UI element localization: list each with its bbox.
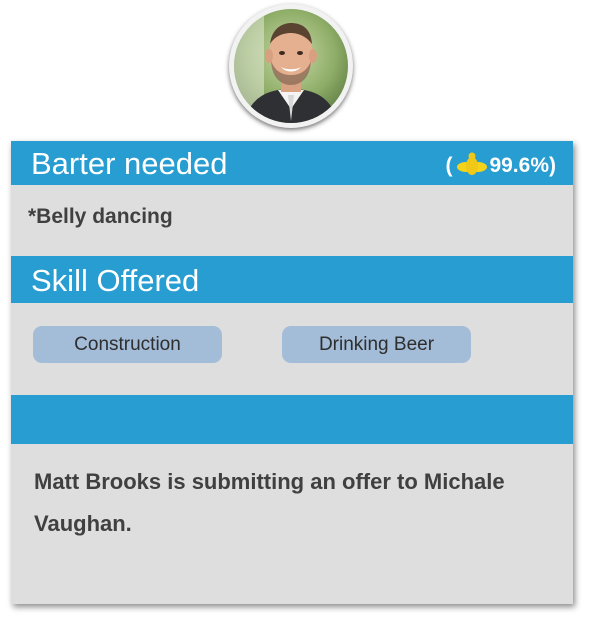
bee-icon	[456, 152, 488, 180]
barter-needed-header: Barter needed ( 99.6%)	[11, 141, 573, 185]
skill-offered-title: Skill Offered	[31, 263, 200, 298]
barter-needed-title: Barter needed	[31, 146, 228, 181]
rating-open-paren: (	[445, 154, 453, 177]
profile-avatar[interactable]	[229, 4, 353, 128]
section-divider-band	[11, 395, 573, 444]
skill-tag-construction[interactable]: Construction	[33, 326, 222, 363]
barter-needed-item: *Belly dancing	[28, 205, 173, 228]
offer-message: Matt Brooks is submitting an offer to Mi…	[34, 469, 505, 536]
barter-card: Barter needed ( 99.6%) *Belly dancing Sk…	[11, 141, 573, 604]
rating: ( 99.6%)	[445, 152, 556, 180]
skill-offered-header: Skill Offered	[11, 256, 573, 303]
rating-value: 99.6%)	[489, 154, 556, 177]
skill-tag-drinking-beer[interactable]: Drinking Beer	[282, 326, 471, 363]
avatar	[234, 9, 348, 123]
user-photo-icon	[234, 9, 348, 123]
